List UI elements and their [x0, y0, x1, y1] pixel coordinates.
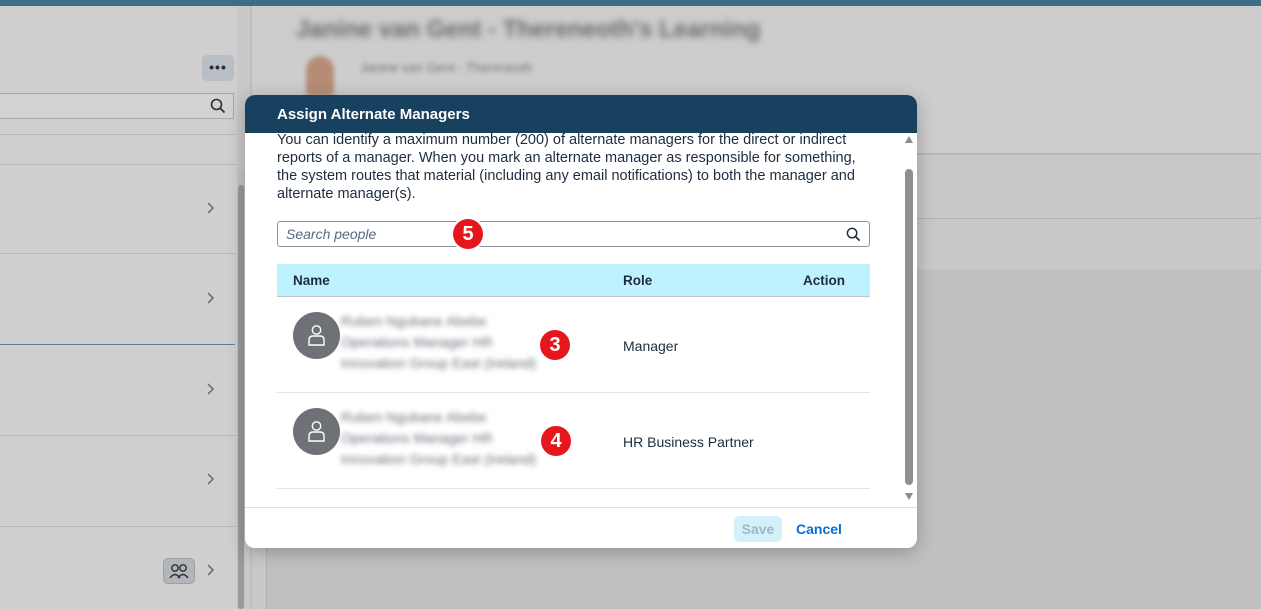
left-pane-scrollbar-thumb[interactable] [238, 185, 244, 609]
person-name-details[interactable]: Ruben Ngubane Abebe Operations Manager H… [341, 407, 561, 470]
left-pane-divider [0, 526, 237, 527]
cancel-button[interactable]: Cancel [791, 516, 847, 542]
intro-text: You can identify a maximum number (200) … [277, 133, 856, 202]
table-row: Ruben Ngubane Abebe Operations Manager H… [277, 297, 870, 393]
scroll-up-icon[interactable] [905, 136, 913, 143]
section-divider [917, 218, 1261, 219]
search-people-field[interactable] [277, 221, 870, 247]
chevron-right-icon[interactable] [203, 472, 217, 486]
column-header-action: Action [803, 273, 845, 288]
dialog-content: You can identify a maximum number (200) … [245, 133, 917, 503]
annotation-badge: 3 [540, 330, 570, 360]
search-icon[interactable] [846, 227, 861, 247]
column-header-role: Role [623, 273, 653, 288]
save-button[interactable]: Save [734, 516, 782, 542]
left-pane-divider [0, 435, 237, 436]
page-title: Janine van Gent - Thereneoth's Learning [296, 16, 761, 43]
table-row: Ruben Ngubane Abebe Operations Manager H… [277, 393, 870, 489]
more-options-button[interactable]: ••• [202, 55, 234, 81]
dialog-title: Assign Alternate Managers [277, 106, 470, 123]
chevron-right-icon[interactable] [203, 563, 217, 577]
chevron-right-icon[interactable] [203, 201, 217, 215]
left-pane-divider [0, 134, 237, 135]
dialog-footer: Save Cancel [245, 507, 917, 548]
people-group-icon [169, 564, 189, 579]
group-button[interactable] [163, 558, 195, 584]
left-pane-active-indicator [0, 344, 235, 345]
role-cell: Manager [623, 338, 679, 354]
avatar [293, 408, 340, 455]
column-header-name: Name [293, 273, 330, 288]
table-header: Name Role Action [277, 264, 870, 297]
avatar [293, 312, 340, 359]
person-icon [308, 325, 325, 346]
annotation-badge: 4 [541, 426, 571, 456]
person-icon [308, 421, 325, 442]
left-pane-divider [0, 164, 237, 165]
scroll-down-icon[interactable] [905, 493, 913, 500]
chevron-right-icon[interactable] [203, 382, 217, 396]
alternate-managers-table: Name Role Action Ruben Ngubane Abebe Ope… [277, 264, 870, 489]
role-cell: HR Business Partner [623, 434, 754, 450]
annotation-badge: 5 [453, 219, 483, 249]
person-name-details[interactable]: Ruben Ngubane Abebe Operations Manager H… [341, 311, 561, 374]
dialog-scrollbar[interactable] [902, 133, 916, 503]
left-pane-divider [0, 253, 237, 254]
left-search-input[interactable] [0, 93, 234, 119]
dialog-scrollbar-thumb[interactable] [905, 169, 913, 485]
profile-avatar [306, 56, 334, 96]
assign-alternate-managers-dialog: Assign Alternate Managers You can identi… [245, 95, 917, 548]
chevron-right-icon[interactable] [203, 291, 217, 305]
search-icon [210, 98, 226, 119]
profile-subtitle: Janine van Gent - Thereneoth [360, 60, 533, 75]
search-people-input[interactable] [278, 222, 838, 246]
dialog-header: Assign Alternate Managers [245, 95, 917, 133]
